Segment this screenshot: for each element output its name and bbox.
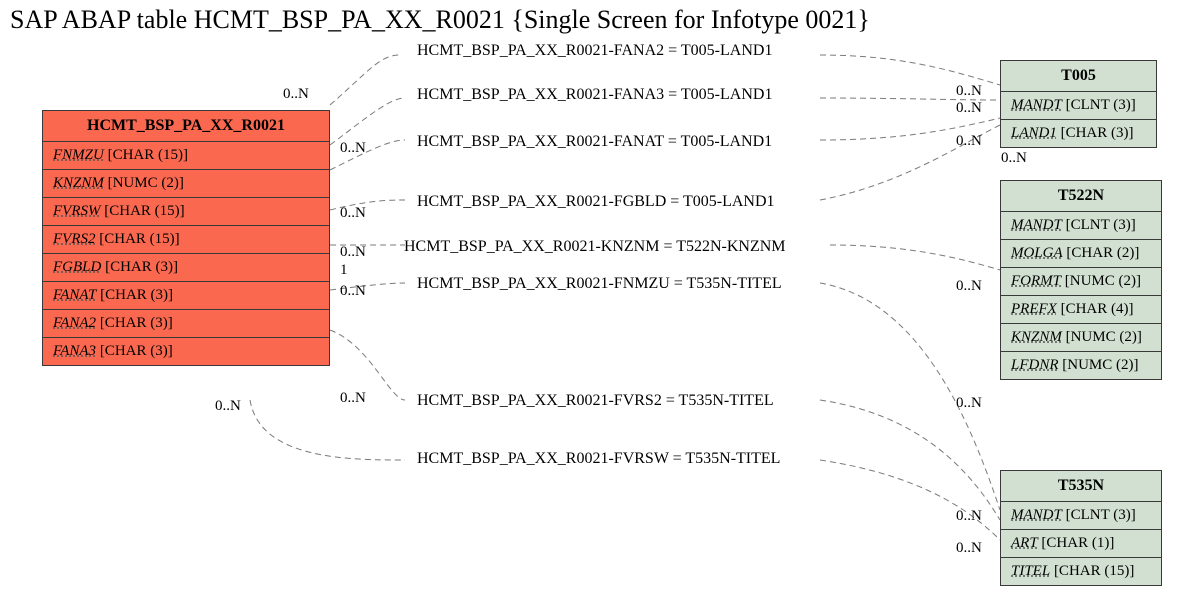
relation-label: HCMT_BSP_PA_XX_R0021-KNZNM = T522N-KNZNM — [404, 238, 786, 256]
table-row: FVRS2 [CHAR (15)] — [43, 226, 329, 254]
page-title: SAP ABAP table HCMT_BSP_PA_XX_R0021 {Sin… — [10, 5, 870, 35]
table-t005: T005 MANDT [CLNT (3)] LAND1 [CHAR (3)] — [1000, 60, 1157, 148]
table-row: LFDNR [NUMC (2)] — [1001, 352, 1161, 379]
table-row: KNZNM [NUMC (2)] — [43, 170, 329, 198]
table-main-header: HCMT_BSP_PA_XX_R0021 — [43, 111, 329, 142]
table-row: MANDT [CLNT (3)] — [1001, 92, 1156, 120]
table-row: MANDT [CLNT (3)] — [1001, 502, 1161, 530]
cardinality: 0..N — [340, 390, 366, 407]
cardinality: 0..N — [956, 540, 982, 557]
table-row: FANAT [CHAR (3)] — [43, 282, 329, 310]
cardinality: 0..N — [956, 100, 982, 117]
cardinality: 0..N — [956, 83, 982, 100]
cardinality: 0..N — [956, 508, 982, 525]
cardinality: 0..N — [340, 283, 366, 300]
relation-label: HCMT_BSP_PA_XX_R0021-FVRSW = T535N-TITEL — [417, 450, 780, 468]
cardinality: 0..N — [1001, 150, 1027, 167]
table-t535n-header: T535N — [1001, 471, 1161, 502]
table-row: FGBLD [CHAR (3)] — [43, 254, 329, 282]
table-row: FANA2 [CHAR (3)] — [43, 310, 329, 338]
table-t522n: T522N MANDT [CLNT (3)] MOLGA [CHAR (2)] … — [1000, 180, 1162, 380]
table-row: MOLGA [CHAR (2)] — [1001, 240, 1161, 268]
cardinality: 0..N — [340, 205, 366, 222]
table-t005-header: T005 — [1001, 61, 1156, 92]
cardinality: 0..N — [956, 395, 982, 412]
relation-label: HCMT_BSP_PA_XX_R0021-FANAT = T005-LAND1 — [417, 133, 772, 151]
relation-label: HCMT_BSP_PA_XX_R0021-FVRS2 = T535N-TITEL — [417, 392, 774, 410]
relation-label: HCMT_BSP_PA_XX_R0021-FANA3 = T005-LAND1 — [417, 86, 772, 104]
table-row: KNZNM [NUMC (2)] — [1001, 324, 1161, 352]
cardinality: 0..N — [956, 133, 982, 150]
relation-label: HCMT_BSP_PA_XX_R0021-FANA2 = T005-LAND1 — [417, 42, 772, 60]
table-row: ART [CHAR (1)] — [1001, 530, 1161, 558]
cardinality: 0..N — [340, 244, 366, 261]
table-row: FORMT [NUMC (2)] — [1001, 268, 1161, 296]
cardinality: 0..N — [283, 86, 309, 103]
cardinality: 0..N — [340, 140, 366, 157]
cardinality: 0..N — [215, 398, 241, 415]
cardinality: 0..N — [956, 278, 982, 295]
table-row: FVRSW [CHAR (15)] — [43, 198, 329, 226]
table-row: FANA3 [CHAR (3)] — [43, 338, 329, 365]
table-row: PREFX [CHAR (4)] — [1001, 296, 1161, 324]
table-row: FNMZU [CHAR (15)] — [43, 142, 329, 170]
cardinality: 1 — [340, 262, 348, 279]
table-main: HCMT_BSP_PA_XX_R0021 FNMZU [CHAR (15)] K… — [42, 110, 330, 366]
relation-label: HCMT_BSP_PA_XX_R0021-FGBLD = T005-LAND1 — [417, 193, 775, 211]
relation-label: HCMT_BSP_PA_XX_R0021-FNMZU = T535N-TITEL — [417, 275, 782, 293]
table-row: MANDT [CLNT (3)] — [1001, 212, 1161, 240]
table-row: TITEL [CHAR (15)] — [1001, 558, 1161, 585]
table-t522n-header: T522N — [1001, 181, 1161, 212]
table-t535n: T535N MANDT [CLNT (3)] ART [CHAR (1)] TI… — [1000, 470, 1162, 586]
table-row: LAND1 [CHAR (3)] — [1001, 120, 1156, 147]
